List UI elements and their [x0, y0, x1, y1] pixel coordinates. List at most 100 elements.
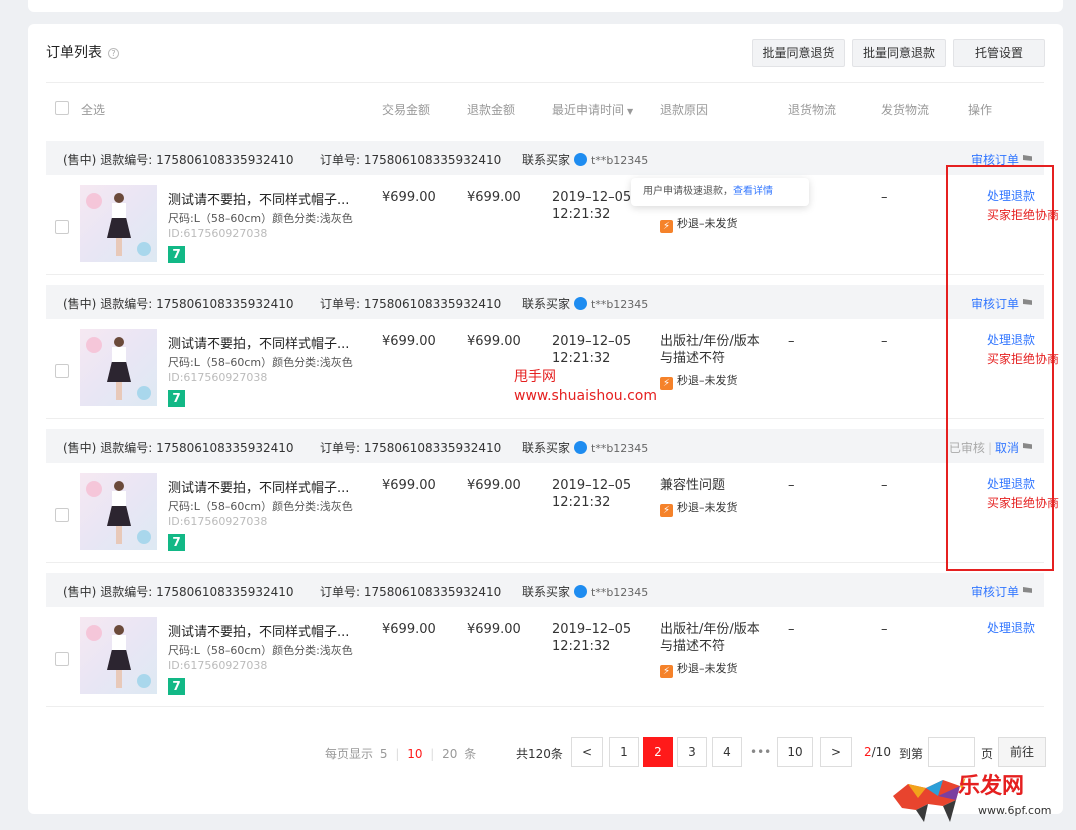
per-page-option-10[interactable]: 10	[407, 747, 422, 761]
fast-refund-tag: ⚡ 秒退–未发货	[660, 215, 738, 233]
col-apply-time[interactable]: 最近申请时间 ▼	[552, 101, 633, 118]
product-name[interactable]: 测试请不要拍，不同样式帽子...	[168, 333, 349, 352]
contact-buyer[interactable]: 联系买家 t**b12345	[522, 583, 648, 600]
order-group-header: (售中) 退款编号: 175806108335932410 订单号: 17580…	[46, 285, 1044, 319]
page-title: 订单列表?	[46, 42, 119, 62]
page-1-button[interactable]: 1	[609, 737, 639, 767]
page-indicator: 2/10	[864, 745, 891, 759]
page-10-button[interactable]: 10	[777, 737, 813, 767]
seven-day-return-icon: 7	[168, 390, 185, 407]
per-page-option-20[interactable]: 20	[442, 747, 457, 761]
page-4-button[interactable]: 4	[712, 737, 742, 767]
refund-number: 175806108335932410	[156, 585, 294, 599]
row-checkbox[interactable]	[55, 652, 69, 666]
product-thumbnail[interactable]	[80, 617, 157, 694]
seven-day-return-icon: 7	[168, 246, 185, 263]
help-icon[interactable]: ?	[108, 48, 119, 59]
page-3-button[interactable]: 3	[677, 737, 707, 767]
chat-icon[interactable]	[574, 585, 588, 598]
site-logo: 乐发网 www.6pf.com	[880, 760, 1076, 830]
view-details-link[interactable]: 查看详情	[733, 186, 773, 197]
order-row: 测试请不要拍，不同样式帽子... 尺码:L（58–60cm）颜色分类:浅灰色 I…	[46, 607, 1044, 707]
row-checkbox[interactable]	[55, 508, 69, 522]
trade-amount: ¥699.00	[382, 622, 436, 637]
review-order-link[interactable]: 审核订单	[971, 583, 1032, 600]
apply-date: 2019–12–05	[552, 334, 632, 349]
product-spec: 尺码:L（58–60cm）颜色分类:浅灰色	[168, 212, 353, 225]
seven-day-return-icon: 7	[168, 534, 185, 551]
lightning-icon: ⚡	[660, 665, 673, 678]
ship-logistics: –	[881, 478, 888, 493]
refund-amount: ¥699.00	[467, 334, 521, 349]
select-all-checkbox[interactable]	[55, 101, 69, 115]
per-page-selector: 每页显示 5 | 10 | 20 条	[325, 747, 477, 761]
product-id: ID:617560927038	[168, 227, 268, 240]
page-2-button[interactable]: 2	[643, 737, 673, 767]
trade-amount: ¥699.00	[382, 478, 436, 493]
logo-name: 乐发网	[958, 773, 1025, 799]
trade-amount: ¥699.00	[382, 190, 436, 205]
lightning-icon: ⚡	[660, 377, 673, 390]
prev-page-button[interactable]: <	[571, 737, 603, 767]
order-number: 175806108335932410	[363, 153, 502, 167]
product-thumbnail[interactable]	[80, 473, 157, 550]
refund-reason: 出版社/年份/版本	[660, 622, 760, 637]
fast-refund-tag: ⚡ 秒退–未发货	[660, 372, 738, 390]
product-name[interactable]: 测试请不要拍，不同样式帽子...	[168, 621, 349, 640]
product-thumbnail[interactable]	[80, 185, 157, 262]
product-name[interactable]: 测试请不要拍，不同样式帽子...	[168, 477, 349, 496]
ship-logistics: –	[881, 622, 888, 637]
return-logistics: –	[788, 478, 795, 493]
batch-agree-refund-button[interactable]: 批量同意退款	[852, 39, 946, 67]
refund-number: 175806108335932410	[156, 297, 294, 311]
fast-refund-tag: ⚡ 秒退–未发货	[660, 660, 738, 678]
custody-settings-button[interactable]: 托管设置	[953, 39, 1045, 67]
fast-refund-tooltip: 用户申请极速退款，查看详情	[631, 178, 809, 206]
col-ship-logistics: 发货物流	[881, 103, 930, 117]
refund-amount: ¥699.00	[467, 190, 521, 205]
contact-buyer[interactable]: 联系买家 t**b12345	[522, 439, 648, 456]
refund-number: 175806108335932410	[156, 153, 294, 167]
order-number: 175806108335932410	[363, 441, 502, 455]
contact-buyer[interactable]: 联系买家 t**b12345	[522, 295, 648, 312]
ship-logistics: –	[881, 334, 888, 349]
apply-time: 12:21:32	[552, 207, 611, 222]
col-refund-amount: 退款金额	[467, 103, 516, 117]
trade-amount: ¥699.00	[382, 334, 436, 349]
ship-logistics: –	[881, 190, 888, 205]
per-page-option-5[interactable]: 5	[380, 747, 388, 761]
contact-buyer[interactable]: 联系买家 t**b12345	[522, 151, 648, 168]
col-reason: 退款原因	[660, 103, 709, 117]
refund-amount: ¥699.00	[467, 478, 521, 493]
batch-agree-return-button[interactable]: 批量同意退货	[752, 39, 845, 67]
flag-icon[interactable]	[1023, 587, 1032, 593]
apply-date: 2019–12–05	[552, 622, 632, 637]
list-header: 订单列表? 批量同意退货 批量同意退款 托管设置	[28, 24, 1063, 82]
table-header: 全选 交易金额 退款金额 最近申请时间 ▼ 退款原因 退货物流 发货物流 操作	[46, 82, 1044, 132]
chat-icon[interactable]	[574, 441, 588, 454]
return-logistics: –	[788, 622, 795, 637]
annotation-highlight-box	[946, 165, 1054, 571]
order-number: 175806108335932410	[363, 585, 502, 599]
product-thumbnail[interactable]	[80, 329, 157, 406]
chat-icon[interactable]	[574, 153, 588, 166]
process-refund-link[interactable]: 处理退款	[987, 619, 1035, 636]
row-checkbox[interactable]	[55, 364, 69, 378]
lightning-icon: ⚡	[660, 504, 673, 517]
order-group-header: (售中) 退款编号: 175806108335932410 订单号: 17580…	[46, 573, 1044, 607]
flag-icon[interactable]	[1023, 155, 1032, 161]
apply-date: 2019–12–05	[552, 478, 632, 493]
next-page-button[interactable]: >	[820, 737, 852, 767]
select-all-label[interactable]: 全选	[81, 101, 105, 118]
row-checkbox[interactable]	[55, 220, 69, 234]
refund-amount: ¥699.00	[467, 622, 521, 637]
col-return-logistics: 退货物流	[788, 103, 837, 117]
chat-icon[interactable]	[574, 297, 588, 310]
product-spec: 尺码:L（58–60cm）颜色分类:浅灰色	[168, 644, 353, 657]
seven-day-return-icon: 7	[168, 678, 185, 695]
order-row: 测试请不要拍，不同样式帽子... 尺码:L（58–60cm）颜色分类:浅灰色 I…	[46, 463, 1059, 563]
order-list-card: 订单列表? 批量同意退货 批量同意退款 托管设置 全选 交易金额 退款金额 最近…	[28, 24, 1063, 814]
product-name[interactable]: 测试请不要拍，不同样式帽子...	[168, 189, 349, 208]
sort-down-icon[interactable]: ▼	[627, 107, 633, 116]
product-id: ID:617560927038	[168, 515, 268, 528]
